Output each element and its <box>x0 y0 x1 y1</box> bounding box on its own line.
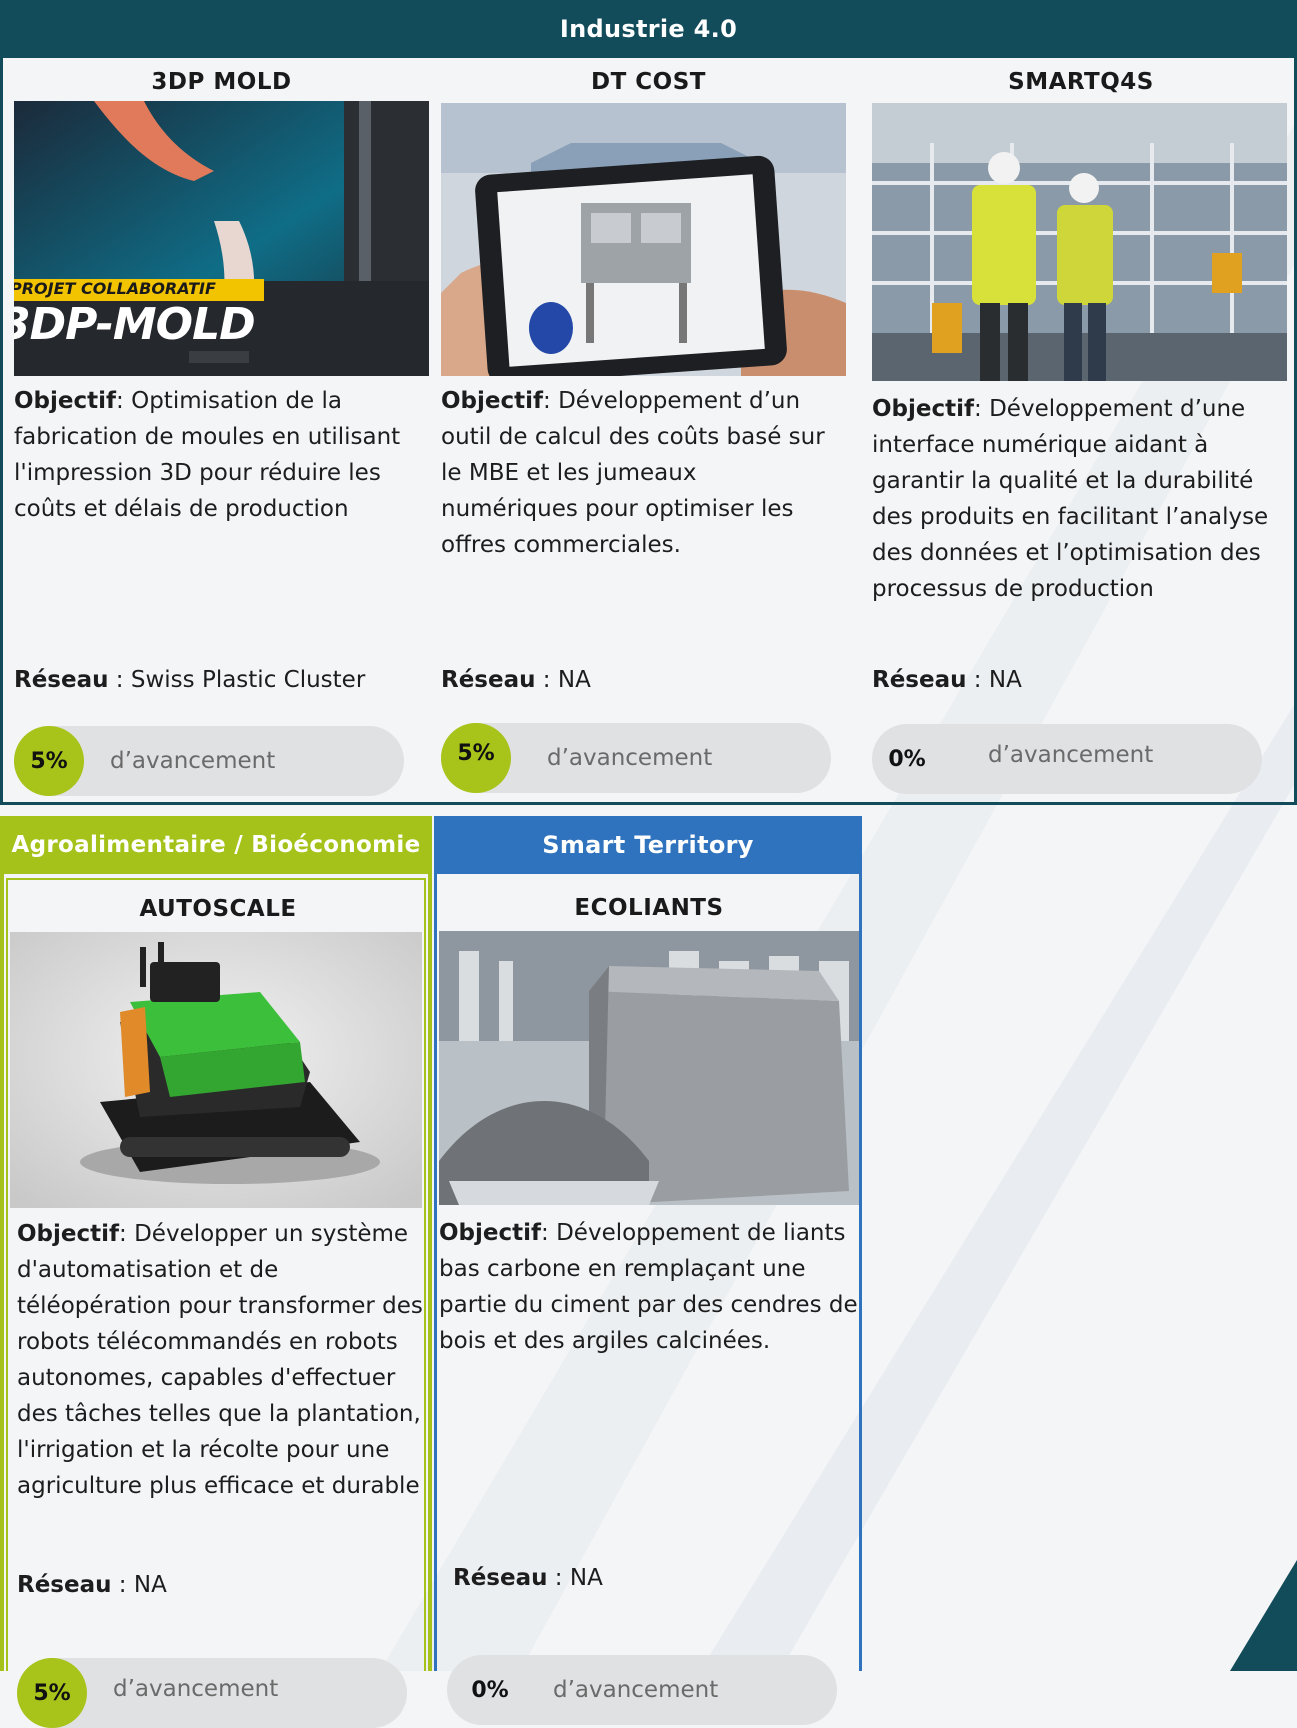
project-network: Réseau : NA <box>17 1572 167 1598</box>
section-agro: Agroalimentaire / Bioéconomie AUTOSCALE <box>0 816 432 1728</box>
progress-pill: 5% d’avancement <box>14 726 404 796</box>
project-network: Réseau : NA <box>453 1565 603 1591</box>
progress-percent: 5% <box>17 1658 87 1728</box>
project-network: Réseau : NA <box>441 667 591 693</box>
objective-label: Objectif <box>17 1221 120 1247</box>
section-title: Industrie 4.0 <box>559 15 738 43</box>
network-label: Réseau <box>14 667 109 693</box>
progress-label: d’avancement <box>110 748 276 774</box>
section-header-smart: Smart Territory <box>434 816 862 874</box>
progress-percent: 0% <box>471 1677 509 1703</box>
project-objective: Objectif: Développement de liants bas ca… <box>439 1215 859 1359</box>
project-image-ecoliants <box>439 931 859 1205</box>
project-image-3dp-mold: PROJET COLLABORATIF 3DP-MOLD <box>14 101 429 376</box>
progress-label: d’avancement <box>547 745 713 771</box>
progress-pill: 5% d’avancement <box>441 723 831 793</box>
project-objective: Objectif: Optimisation de la fabrication… <box>14 383 414 527</box>
progress-label: d’avancement <box>988 742 1154 768</box>
project-title: AUTOSCALE <box>139 896 297 922</box>
progress-pill: 0% d’avancement <box>872 724 1262 794</box>
project-objective: Objectif: Développement d’une interface … <box>872 391 1277 607</box>
section-smart: Smart Territory ECOLIANTS Objectif: Déve <box>434 816 862 1725</box>
objective-text: : Développement d’une interface numériqu… <box>872 396 1269 602</box>
section-title: Smart Territory <box>542 831 754 859</box>
project-network: Réseau : Swiss Plastic Cluster <box>14 667 365 693</box>
progress-pill: 0% d’avancement <box>447 1655 837 1725</box>
network-label: Réseau <box>441 667 536 693</box>
image-caption-line-2: 3DP-MOLD <box>14 299 256 350</box>
project-network: Réseau : NA <box>872 667 1022 693</box>
progress-label: d’avancement <box>553 1677 719 1703</box>
project-title: 3DP MOLD <box>151 69 292 95</box>
project-title: DT COST <box>591 69 706 95</box>
project-card-smartq4s[interactable]: SMARTQ4S Objectif: Développement d’une i… <box>872 61 1290 801</box>
network-value: : NA <box>547 1565 603 1591</box>
objective-label: Objectif <box>439 1220 542 1246</box>
network-label: Réseau <box>872 667 967 693</box>
project-card-3dp-mold[interactable]: 3DP MOLD PROJET COLLABORATIF 3DP-MOLD Ob… <box>14 61 429 801</box>
section-title: Agroalimentaire / Bioéconomie <box>11 832 421 858</box>
project-title: SMARTQ4S <box>1008 69 1154 95</box>
project-image-smartq4s <box>872 103 1287 381</box>
network-label: Réseau <box>453 1565 548 1591</box>
section-header-agro: Agroalimentaire / Bioéconomie <box>0 816 432 874</box>
progress-percent: 0% <box>888 746 926 772</box>
network-label: Réseau <box>17 1572 112 1598</box>
progress-percent: 5% <box>441 723 511 793</box>
section-industrie: Industrie 4.0 3DP MOLD PROJET COLLABORAT… <box>0 0 1297 805</box>
project-objective: Objectif: Développement d’un outil de ca… <box>441 383 836 563</box>
objective-label: Objectif <box>441 388 544 414</box>
project-card-dt-cost[interactable]: DT COST Objectif: Développement d’un out… <box>441 61 856 801</box>
project-card-ecoliants[interactable]: ECOLIANTS Objectif: Développement de lia… <box>439 877 859 1725</box>
network-value: : NA <box>111 1572 167 1598</box>
objective-label: Objectif <box>14 388 117 414</box>
progress-pill: 5% d’avancement <box>17 1658 407 1728</box>
project-title: ECOLIANTS <box>574 895 724 921</box>
project-objective: Objectif: Développer un système d'automa… <box>17 1216 427 1504</box>
progress-percent: 5% <box>14 726 84 796</box>
network-value: : Swiss Plastic Cluster <box>108 667 366 693</box>
image-caption-line-1: PROJET COLLABORATIF <box>14 279 216 298</box>
network-value: : NA <box>535 667 591 693</box>
progress-label: d’avancement <box>113 1676 279 1702</box>
objective-label: Objectif <box>872 396 975 422</box>
section-header-industrie: Industrie 4.0 <box>0 0 1297 58</box>
project-card-autoscale[interactable]: AUTOSCALE Objectif: Développer un systèm… <box>10 878 427 1728</box>
objective-text: : Développer un système d'automatisation… <box>17 1221 423 1499</box>
project-image-dt-cost <box>441 103 846 376</box>
network-value: : NA <box>966 667 1022 693</box>
project-image-autoscale <box>10 932 422 1208</box>
